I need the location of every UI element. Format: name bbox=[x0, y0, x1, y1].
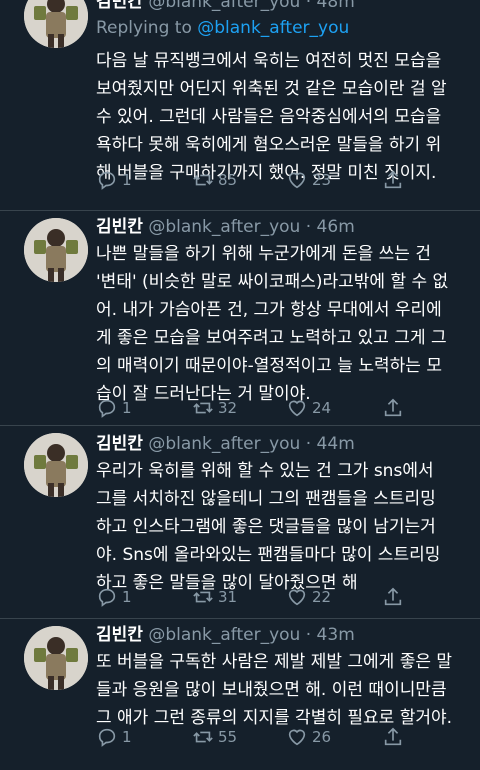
author-handle[interactable]: @blank_after_you bbox=[148, 625, 300, 645]
share-icon bbox=[384, 727, 402, 746]
author-handle[interactable]: @blank_after_you bbox=[148, 217, 300, 237]
retweet-count: 55 bbox=[218, 728, 238, 746]
tweet-text-line: 들과 응원을 많이 보내줬으면 해. 이런 때이니만큼 bbox=[96, 680, 447, 700]
share-icon bbox=[384, 398, 402, 417]
avatar-image bbox=[24, 0, 88, 48]
replying-to-handle[interactable]: @blank_after_you bbox=[197, 18, 349, 38]
tweet-text: 또 버블을 구독한 사람은 제발 제발 그에게 좋은 말 들과 응원을 많이 보… bbox=[96, 648, 466, 732]
tweet-text-line: 다음 날 뮤직뱅크에서 욱히는 여전히 멋진 모습을 bbox=[96, 51, 442, 71]
retweet-count: 31 bbox=[218, 588, 238, 606]
tweet-header: 김빈칸 @blank_after_you · 43m bbox=[96, 624, 466, 646]
reply-icon bbox=[98, 588, 116, 607]
tweet[interactable]: 김빈칸 @blank_after_you · 48m Replying to @… bbox=[0, 0, 480, 211]
retweet-button[interactable]: 85 bbox=[192, 169, 237, 191]
retweet-button[interactable]: 32 bbox=[192, 397, 237, 419]
avatar[interactable] bbox=[24, 218, 88, 282]
retweet-count: 85 bbox=[218, 171, 238, 189]
reply-icon bbox=[98, 728, 116, 747]
reply-icon bbox=[98, 399, 116, 418]
author-name[interactable]: 김빈칸 bbox=[96, 217, 143, 237]
avatar[interactable] bbox=[24, 0, 88, 48]
tweet-text-line: 그를 서치하진 않을테니 그의 팬캠들을 스트리밍 bbox=[96, 489, 436, 509]
timestamp[interactable]: · 46m bbox=[306, 217, 355, 237]
tweet-actions: 1 31 22 bbox=[96, 586, 466, 610]
author-handle[interactable]: @blank_after_you bbox=[148, 0, 300, 12]
tweet-actions: 1 85 23 bbox=[96, 169, 466, 193]
avatar[interactable] bbox=[24, 626, 88, 690]
avatar-image bbox=[24, 626, 88, 690]
retweet-count: 32 bbox=[218, 399, 238, 417]
reply-button[interactable]: 1 bbox=[96, 169, 132, 191]
share-icon bbox=[384, 170, 402, 189]
heart-icon bbox=[288, 172, 306, 189]
share-button[interactable] bbox=[382, 726, 408, 748]
tweet-text-line: 나쁜 말들을 하기 위해 누군가에게 돈을 쓰는 건 bbox=[96, 244, 431, 264]
tweet-actions: 1 55 26 bbox=[96, 726, 466, 750]
tweet-text-line: 어. 내가 가슴아픈 건, 그가 항상 무대에서 우리에 bbox=[96, 300, 442, 320]
share-button[interactable] bbox=[382, 397, 408, 419]
reply-count: 1 bbox=[122, 728, 132, 746]
author-name[interactable]: 김빈칸 bbox=[96, 434, 143, 454]
avatar[interactable] bbox=[24, 433, 88, 497]
author-name[interactable]: 김빈칸 bbox=[96, 625, 143, 645]
tweet-header: 김빈칸 @blank_after_you · 48m bbox=[96, 0, 466, 13]
share-button[interactable] bbox=[382, 586, 408, 608]
like-count: 24 bbox=[312, 399, 332, 417]
tweet[interactable]: 김빈칸 @blank_after_you · 44m 우리가 욱히를 위해 할 … bbox=[0, 426, 480, 619]
timestamp[interactable]: · 43m bbox=[306, 625, 355, 645]
tweet-text-line: 보여줬지만 어딘지 위축된 것 같은 모습이란 걸 알 bbox=[96, 79, 447, 99]
like-button[interactable]: 26 bbox=[286, 726, 331, 748]
share-button[interactable] bbox=[382, 169, 408, 191]
reply-icon bbox=[98, 171, 116, 190]
reply-count: 1 bbox=[122, 171, 132, 189]
reply-count: 1 bbox=[122, 588, 132, 606]
reply-button[interactable]: 1 bbox=[96, 726, 132, 748]
tweet-text: 다음 날 뮤직뱅크에서 욱히는 여전히 멋진 모습을 보여줬지만 어딘지 위축된… bbox=[96, 47, 466, 187]
tweet-header: 김빈칸 @blank_after_you · 44m bbox=[96, 433, 466, 455]
avatar-image bbox=[24, 433, 88, 497]
timestamp[interactable]: · 44m bbox=[306, 434, 355, 454]
like-count: 23 bbox=[312, 171, 332, 189]
heart-icon bbox=[288, 400, 306, 417]
like-button[interactable]: 22 bbox=[286, 586, 331, 608]
reply-count: 1 bbox=[122, 399, 132, 417]
replying-to-label: Replying to bbox=[96, 18, 192, 38]
like-button[interactable]: 23 bbox=[286, 169, 331, 191]
avatar-image bbox=[24, 218, 88, 282]
like-count: 22 bbox=[312, 588, 332, 606]
tweet-text-line: 수 있어. 그런데 사람들은 음악중심에서의 모습을 bbox=[96, 107, 442, 127]
retweet-icon bbox=[193, 174, 213, 186]
tweet-text: 나쁜 말들을 하기 위해 누군가에게 돈을 쓰는 건 '변태' (비슷한 말로 … bbox=[96, 240, 466, 408]
tweet[interactable]: 김빈칸 @blank_after_you · 46m 나쁜 말들을 하기 위해 … bbox=[0, 211, 480, 426]
retweet-icon bbox=[193, 402, 213, 414]
tweet-text-line: 욕하다 못해 욱히에게 혐오스러운 말들을 하기 위 bbox=[96, 135, 442, 155]
heart-icon bbox=[288, 729, 306, 746]
tweet-text-line: 야. Sns에 올라와있는 팬캠들마다 많이 스트리밍 bbox=[96, 545, 441, 565]
tweet-text-line: 하고 인스타그램에 좋은 댓글들을 많이 남기는거 bbox=[96, 517, 436, 537]
retweet-icon bbox=[193, 731, 213, 743]
tweet-header: 김빈칸 @blank_after_you · 46m bbox=[96, 216, 466, 238]
share-icon bbox=[384, 587, 402, 606]
retweet-icon bbox=[193, 591, 213, 603]
tweet-text: 우리가 욱히를 위해 할 수 있는 건 그가 sns에서 그를 서치하진 않을테… bbox=[96, 457, 466, 597]
tweet-text-line: '변태' (비슷한 말로 싸이코패스)라고밖에 할 수 없 bbox=[96, 272, 449, 292]
tweet-text-line: 또 버블을 구독한 사람은 제발 제발 그에게 좋은 말 bbox=[96, 652, 453, 672]
tweet-text-line: 의 매력이기 때문이야-열정적이고 늘 노력하는 모 bbox=[96, 356, 442, 376]
like-button[interactable]: 24 bbox=[286, 397, 331, 419]
reply-button[interactable]: 1 bbox=[96, 586, 132, 608]
tweet-actions: 1 32 24 bbox=[96, 397, 466, 421]
tweet-text-line: 우리가 욱히를 위해 할 수 있는 건 그가 sns에서 bbox=[96, 461, 434, 481]
tweet-text-line: 게 좋은 모습을 보여주려고 노력하고 있고 그게 그 bbox=[96, 328, 447, 348]
author-name[interactable]: 김빈칸 bbox=[96, 0, 143, 12]
author-handle[interactable]: @blank_after_you bbox=[148, 434, 300, 454]
reply-button[interactable]: 1 bbox=[96, 397, 132, 419]
heart-icon bbox=[288, 589, 306, 606]
timestamp[interactable]: · 48m bbox=[306, 0, 355, 12]
replying-to: Replying to @blank_after_you bbox=[96, 17, 466, 39]
retweet-button[interactable]: 55 bbox=[192, 726, 237, 748]
like-count: 26 bbox=[312, 728, 332, 746]
tweet[interactable]: 김빈칸 @blank_after_you · 43m 또 버블을 구독한 사람은… bbox=[0, 619, 480, 770]
retweet-button[interactable]: 31 bbox=[192, 586, 237, 608]
